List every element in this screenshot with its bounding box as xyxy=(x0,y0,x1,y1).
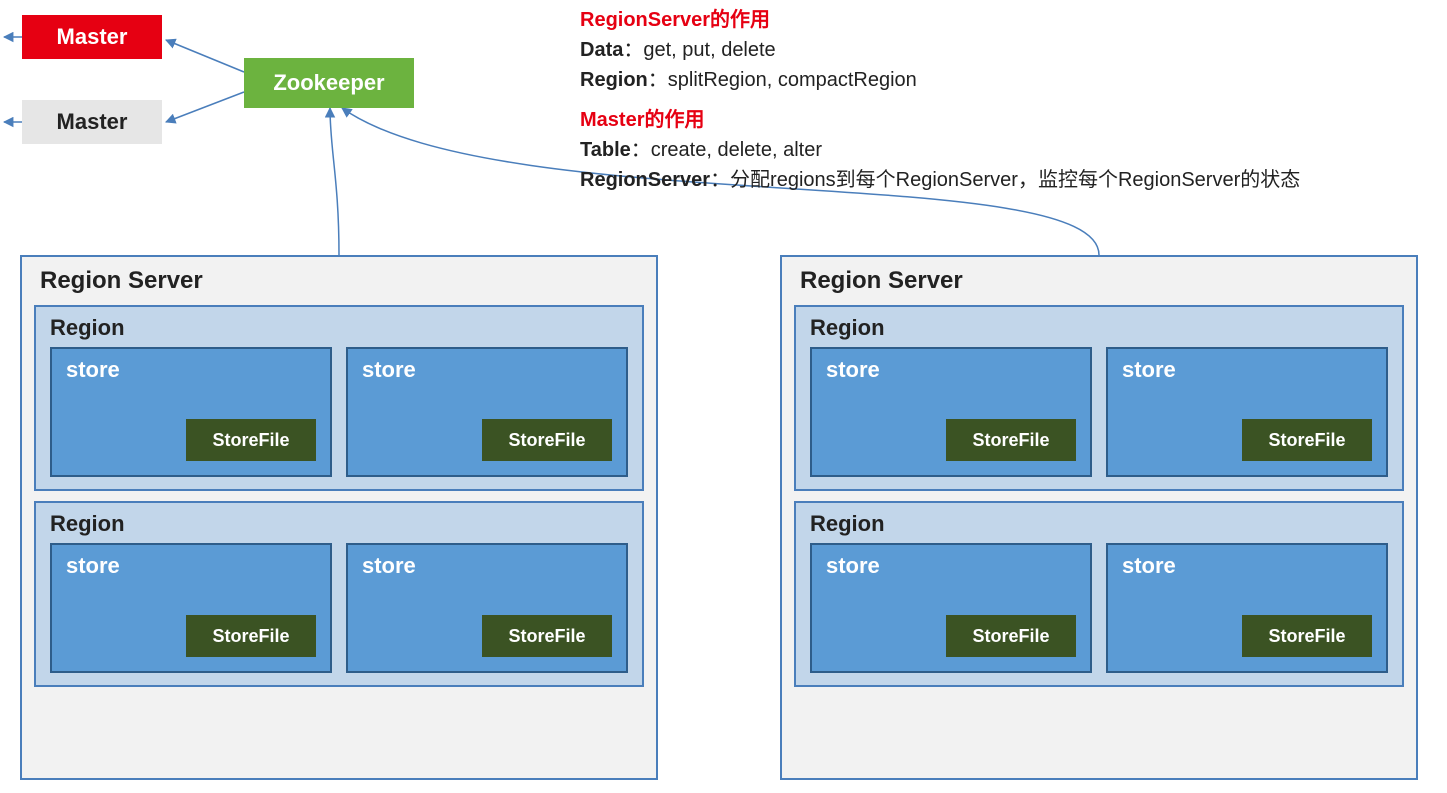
anno-rs-region-key: Region xyxy=(580,69,648,91)
arrow-zk-to-master-standby xyxy=(166,92,244,122)
anno-master-table-val: ：create, delete, alter xyxy=(631,139,822,161)
arrow-zk-to-master-active xyxy=(166,40,244,72)
anno-master-rs-val: ：分配regions到每个RegionServer，监控每个RegionServ… xyxy=(710,169,1300,191)
storefile-box: StoreFile xyxy=(1242,615,1372,657)
store-box: store StoreFile xyxy=(810,347,1092,477)
stores-row: store StoreFile store StoreFile xyxy=(796,347,1402,477)
annotations-block: RegionServer的作用 Data：get, put, delete Re… xyxy=(580,5,1300,195)
store-title: store xyxy=(1108,545,1386,579)
store-title: store xyxy=(1108,349,1386,383)
stores-row: store StoreFile store StoreFile xyxy=(36,347,642,477)
zookeeper-node: Zookeeper xyxy=(244,58,414,108)
store-title: store xyxy=(812,545,1090,579)
anno-rs-data-val: ：get, put, delete xyxy=(623,39,775,61)
region-box: Region store StoreFile store StoreFile xyxy=(34,501,644,687)
storefile-box: StoreFile xyxy=(946,419,1076,461)
anno-master-title: Master的作用 xyxy=(580,105,1300,135)
store-title: store xyxy=(52,349,330,383)
store-box: store StoreFile xyxy=(1106,347,1388,477)
storefile-box: StoreFile xyxy=(946,615,1076,657)
region-server-2: Region Server Region store StoreFile sto… xyxy=(780,255,1418,780)
store-box: store StoreFile xyxy=(1106,543,1388,673)
region-title: Region xyxy=(36,503,642,543)
anno-rs-line-region: Region：splitRegion, compactRegion xyxy=(580,65,1300,95)
store-box: store StoreFile xyxy=(346,543,628,673)
anno-master-table-key: Table xyxy=(580,139,631,161)
store-box: store StoreFile xyxy=(50,543,332,673)
anno-master-line-table: Table：create, delete, alter xyxy=(580,135,1300,165)
region-box: Region store StoreFile store StoreFile xyxy=(34,305,644,491)
store-box: store StoreFile xyxy=(810,543,1092,673)
store-title: store xyxy=(348,349,626,383)
storefile-box: StoreFile xyxy=(186,419,316,461)
region-box: Region store StoreFile store StoreFile xyxy=(794,305,1404,491)
region-box: Region store StoreFile store StoreFile xyxy=(794,501,1404,687)
region-server-title: Region Server xyxy=(782,257,1416,305)
stores-row: store StoreFile store StoreFile xyxy=(796,543,1402,673)
master-standby-node: Master xyxy=(22,100,162,144)
region-title: Region xyxy=(36,307,642,347)
anno-rs-title: RegionServer的作用 xyxy=(580,5,1300,35)
region-server-1: Region Server Region store StoreFile sto… xyxy=(20,255,658,780)
store-title: store xyxy=(52,545,330,579)
anno-rs-line-data: Data：get, put, delete xyxy=(580,35,1300,65)
anno-master-rs-key: RegionServer xyxy=(580,169,710,191)
anno-master-line-rs: RegionServer：分配regions到每个RegionServer，监控… xyxy=(580,165,1300,195)
region-title: Region xyxy=(796,307,1402,347)
storefile-box: StoreFile xyxy=(1242,419,1372,461)
anno-rs-region-val: ：splitRegion, compactRegion xyxy=(648,69,917,91)
master-active-node: Master xyxy=(22,15,162,59)
storefile-box: StoreFile xyxy=(482,419,612,461)
region-server-title: Region Server xyxy=(22,257,656,305)
store-box: store StoreFile xyxy=(50,347,332,477)
store-title: store xyxy=(812,349,1090,383)
storefile-box: StoreFile xyxy=(482,615,612,657)
store-box: store StoreFile xyxy=(346,347,628,477)
store-title: store xyxy=(348,545,626,579)
anno-rs-data-key: Data xyxy=(580,39,623,61)
arrow-rs1-to-zk xyxy=(330,108,339,255)
region-title: Region xyxy=(796,503,1402,543)
storefile-box: StoreFile xyxy=(186,615,316,657)
stores-row: store StoreFile store StoreFile xyxy=(36,543,642,673)
